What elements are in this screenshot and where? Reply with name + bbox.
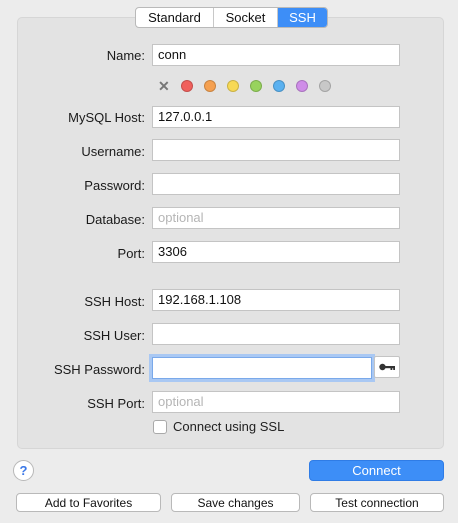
color-swatch-blue[interactable] [273,80,285,92]
ssh-user-label: SSH User: [83,328,145,343]
name-field[interactable]: conn [152,44,400,66]
ssl-checkbox-row[interactable]: Connect using SSL [153,419,284,434]
ssl-checkbox[interactable] [153,419,167,434]
keychain-button[interactable] [374,356,400,378]
test-connection-button[interactable]: Test connection [310,493,444,512]
key-icon [379,363,395,371]
password-label: Password: [84,178,145,193]
color-swatch-purple[interactable] [296,80,308,92]
ssh-password-field[interactable] [152,357,372,379]
tab-socket[interactable]: Socket [214,8,278,27]
color-swatch-yellow[interactable] [227,80,239,92]
mysql-host-label: MySQL Host: [68,110,145,125]
mysql-host-field[interactable]: 127.0.0.1 [152,106,400,128]
username-field[interactable] [152,139,400,161]
color-swatch-orange[interactable] [204,80,216,92]
ssh-password-label: SSH Password: [53,362,145,377]
ssh-port-label: SSH Port: [87,396,145,411]
ssh-host-field[interactable]: 192.168.1.108 [152,289,400,311]
connection-type-segmented-control[interactable]: Standard Socket SSH [135,7,328,28]
ssh-port-field[interactable]: optional [152,391,400,413]
add-to-favorites-button[interactable]: Add to Favorites [16,493,161,512]
name-label: Name: [106,48,145,63]
color-swatch-red[interactable] [181,80,193,92]
username-label: Username: [81,144,145,159]
x-mark-icon[interactable]: ✕ [158,79,170,93]
database-field[interactable]: optional [152,207,400,229]
help-button[interactable]: ? [13,460,34,481]
color-picker: ✕ [158,79,342,93]
ssh-user-field[interactable] [152,323,400,345]
tab-standard[interactable]: Standard [136,8,214,27]
database-label: Database: [85,212,145,227]
color-swatch-green[interactable] [250,80,262,92]
ssh-host-label: SSH Host: [84,294,145,309]
password-field[interactable] [152,173,400,195]
port-field[interactable]: 3306 [152,241,400,263]
port-label: Port: [117,246,145,261]
save-changes-button[interactable]: Save changes [171,493,300,512]
ssl-checkbox-label: Connect using SSL [173,419,285,434]
tab-ssh[interactable]: SSH [278,8,327,27]
color-swatch-gray[interactable] [319,80,331,92]
connect-button[interactable]: Connect [309,460,444,481]
